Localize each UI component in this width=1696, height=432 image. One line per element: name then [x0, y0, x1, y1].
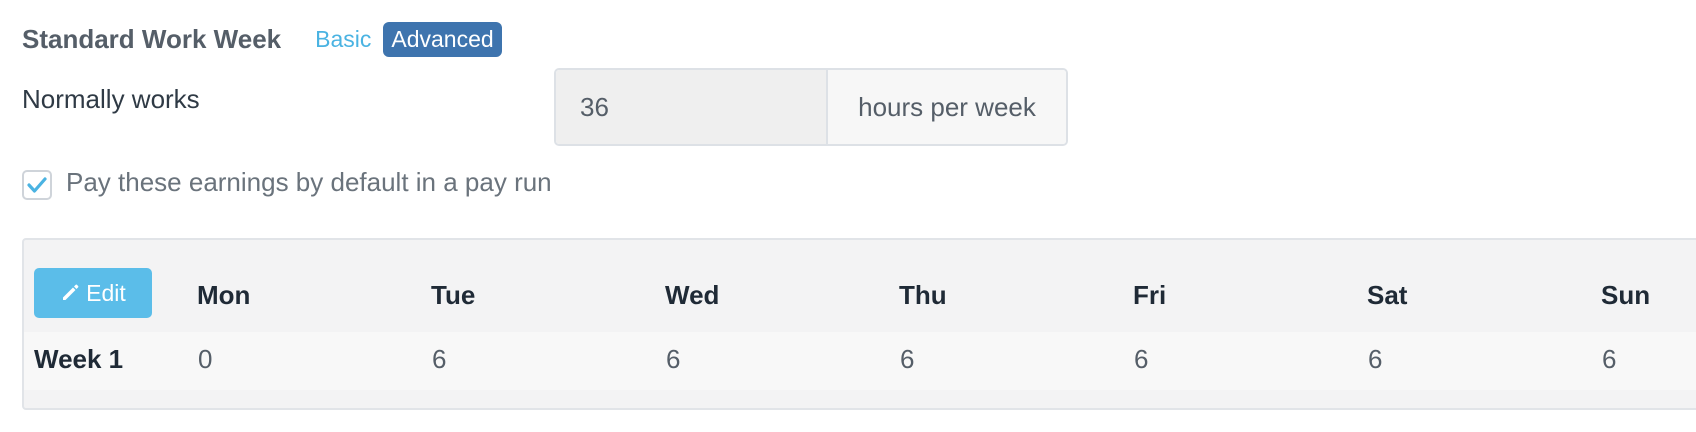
- default-pay-checkbox[interactable]: [22, 170, 52, 200]
- section-header: Standard Work Week Basic Advanced: [22, 20, 502, 58]
- week-row-label: Week 1: [34, 344, 124, 374]
- table-row: [24, 332, 1696, 390]
- hours-cell-mon: 0: [198, 344, 213, 374]
- hours-cell-sat: 6: [1368, 344, 1383, 374]
- day-header-sat: Sat: [1367, 280, 1408, 310]
- mode-advanced-button[interactable]: Advanced: [383, 21, 502, 57]
- hours-cell-fri: 6: [1134, 344, 1149, 374]
- hours-per-week-input[interactable]: [556, 70, 828, 144]
- day-header-thu: Thu: [899, 280, 947, 310]
- edit-button[interactable]: Edit: [34, 268, 152, 318]
- hours-per-week-suffix: hours per week: [828, 70, 1066, 144]
- day-header-mon: Mon: [197, 280, 251, 310]
- mode-basic-link[interactable]: Basic: [315, 26, 371, 53]
- day-header-sun: Sun: [1601, 280, 1651, 310]
- hours-cell-thu: 6: [900, 344, 915, 374]
- day-header-tue: Tue: [431, 280, 476, 310]
- edit-button-label: Edit: [86, 279, 126, 306]
- week-schedule-table: Edit Mon Tue Wed Thu Fri Sat Sun Week 1 …: [22, 238, 1696, 410]
- day-header-wed: Wed: [665, 280, 720, 310]
- hours-cell-sun: 6: [1602, 344, 1617, 374]
- day-header-fri: Fri: [1133, 280, 1167, 310]
- normally-works-label: Normally works: [22, 84, 200, 114]
- hours-cell-tue: 6: [432, 344, 447, 374]
- pencil-icon: [63, 284, 79, 300]
- default-pay-label: Pay these earnings by default in a pay r…: [66, 166, 552, 197]
- hours-per-week-group: hours per week: [554, 68, 1068, 146]
- section-title: Standard Work Week: [22, 23, 282, 54]
- hours-cell-wed: 6: [666, 344, 681, 374]
- default-pay-row: Pay these earnings by default in a pay r…: [22, 164, 552, 200]
- checkmark-icon: [27, 177, 47, 193]
- standard-work-week-panel: Standard Work Week Basic Advanced Normal…: [0, 0, 1696, 432]
